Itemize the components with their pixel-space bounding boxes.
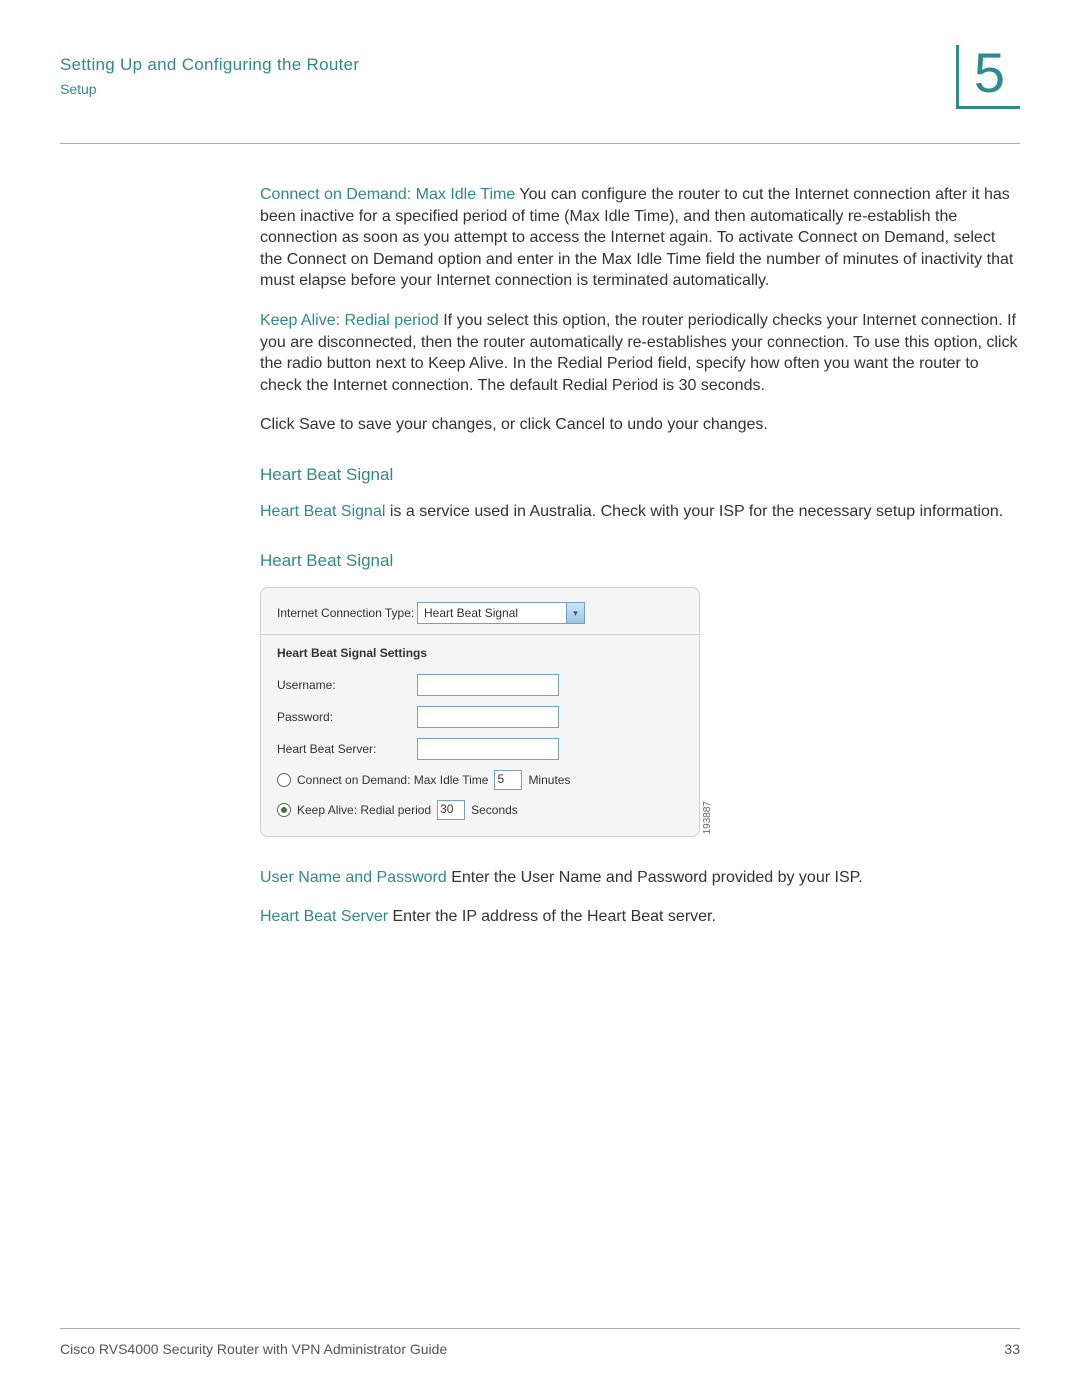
footer-title: Cisco RVS4000 Security Router with VPN A… — [60, 1341, 447, 1357]
label-heart-beat-server: Heart Beat Server: — [277, 741, 417, 757]
chapter-number: 5 — [956, 45, 1020, 109]
row-keep-alive: Keep Alive: Redial period 30 Seconds — [277, 800, 683, 820]
radio-connect-on-demand[interactable] — [277, 773, 291, 787]
section-heading-heart-beat-2: Heart Beat Signal — [260, 550, 1020, 573]
row-connection-type: Internet Connection Type: Heart Beat Sig… — [277, 602, 683, 624]
label-connect-on-demand: Connect on Demand: Max Idle Time — [260, 186, 515, 203]
paragraph-heart-beat-desc: Heart Beat Signal is a service used in A… — [260, 501, 1020, 523]
label-connection-type: Internet Connection Type: — [277, 605, 417, 621]
input-password[interactable] — [417, 706, 559, 728]
header-title: Setting Up and Configuring the Router — [60, 55, 1020, 75]
figure-heart-beat-panel: Internet Connection Type: Heart Beat Sig… — [260, 587, 700, 836]
settings-panel: Internet Connection Type: Heart Beat Sig… — [260, 587, 700, 836]
label-username: Username: — [277, 677, 417, 693]
label-heart-beat-signal: Heart Beat Signal — [260, 503, 385, 520]
label-cod-option: Connect on Demand: Max Idle Time — [297, 772, 488, 788]
label-keep-alive: Keep Alive: Redial period — [260, 312, 439, 329]
radio-keep-alive[interactable] — [277, 803, 291, 817]
text-heart-beat-server: Enter the IP address of the Heart Beat s… — [388, 908, 716, 925]
row-password: Password: — [277, 706, 683, 728]
figure-id: 193887 — [701, 801, 715, 834]
input-redial-period[interactable]: 30 — [437, 800, 465, 820]
paragraph-save-note: Click Save to save your changes, or clic… — [260, 414, 1020, 436]
header-subtitle: Setup — [60, 81, 1020, 97]
page-header: Setting Up and Configuring the Router Se… — [60, 55, 1020, 125]
footer-page-number: 33 — [1004, 1341, 1020, 1357]
select-connection-type[interactable]: Heart Beat Signal ▾ — [417, 602, 585, 624]
paragraph-keep-alive: Keep Alive: Redial period If you select … — [260, 310, 1020, 396]
input-heart-beat-server[interactable] — [417, 738, 559, 760]
label-username-password: User Name and Password — [260, 869, 447, 886]
panel-subheading: Heart Beat Signal Settings — [277, 645, 683, 661]
chevron-down-icon: ▾ — [566, 603, 584, 623]
text-username-password: Enter the User Name and Password provide… — [447, 869, 863, 886]
input-username[interactable] — [417, 674, 559, 696]
label-heart-beat-server-text: Heart Beat Server — [260, 908, 388, 925]
paragraph-username-password: User Name and Password Enter the User Na… — [260, 867, 1020, 889]
text-heart-beat-signal: is a service used in Australia. Check wi… — [385, 503, 1003, 520]
section-heading-heart-beat: Heart Beat Signal — [260, 464, 1020, 487]
row-username: Username: — [277, 674, 683, 696]
paragraph-connect-on-demand: Connect on Demand: Max Idle Time You can… — [260, 184, 1020, 292]
label-cod-unit: Minutes — [528, 772, 570, 788]
label-ka-unit: Seconds — [471, 802, 518, 818]
input-max-idle-time[interactable]: 5 — [494, 770, 522, 790]
label-password: Password: — [277, 709, 417, 725]
select-connection-type-value: Heart Beat Signal — [424, 605, 518, 621]
header-rule — [60, 143, 1020, 144]
body-content: Connect on Demand: Max Idle Time You can… — [260, 184, 1020, 928]
panel-divider — [261, 634, 699, 635]
page-footer: Cisco RVS4000 Security Router with VPN A… — [60, 1328, 1020, 1357]
paragraph-heart-beat-server: Heart Beat Server Enter the IP address o… — [260, 906, 1020, 928]
row-connect-on-demand: Connect on Demand: Max Idle Time 5 Minut… — [277, 770, 683, 790]
label-ka-option: Keep Alive: Redial period — [297, 802, 431, 818]
row-heart-beat-server: Heart Beat Server: — [277, 738, 683, 760]
